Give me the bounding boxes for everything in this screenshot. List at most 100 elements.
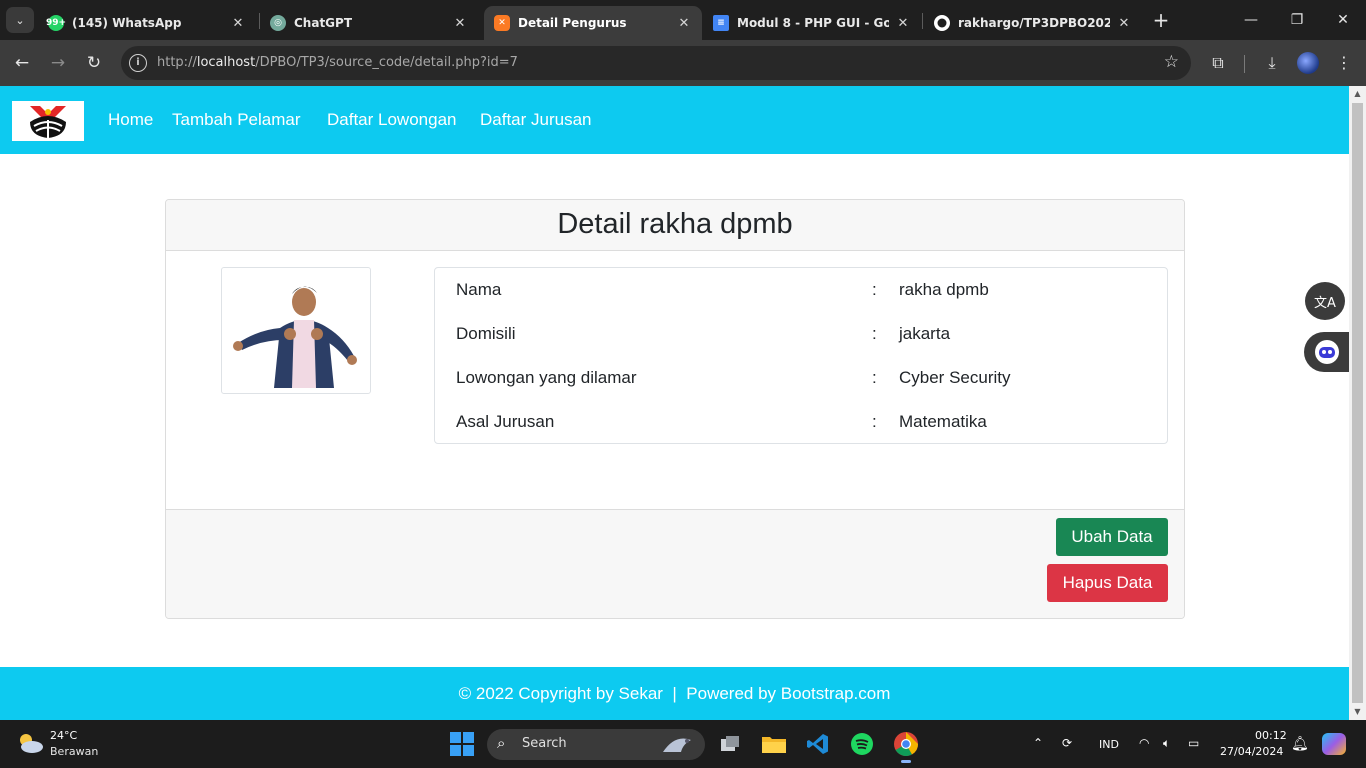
weather-description[interactable]: Berawan <box>50 745 98 758</box>
github-icon <box>934 15 950 31</box>
nav-link-daftar-lowongan[interactable]: Daftar Lowongan <box>327 110 456 130</box>
tab-chatgpt[interactable]: ◎ ChatGPT ✕ <box>260 6 478 40</box>
person-photo-icon <box>233 286 357 388</box>
tab-google-docs[interactable]: ≡ Modul 8 - PHP GUI - Googl ✕ <box>703 6 921 40</box>
plus-icon: + <box>1152 8 1170 32</box>
footer-copyright: © 2022 Copyright by Sekar | Powered by B… <box>458 684 891 703</box>
close-window-button[interactable]: ✕ <box>1328 8 1358 32</box>
detail-row-domisili: Domisili : jakarta <box>435 324 1167 348</box>
page-title: Detail rakha dpmb <box>557 208 793 240</box>
tab-title: (145) WhatsApp <box>72 16 182 30</box>
tab-detail-pengurus[interactable]: ✕ Detail Pengurus ✕ <box>484 6 702 40</box>
tab-whatsapp[interactable]: 99+ (145) WhatsApp ✕ <box>38 6 256 40</box>
site-info-icon[interactable]: i <box>129 54 147 72</box>
page-viewport: Home Tambah Pelamar Daftar Lowongan Daft… <box>0 86 1349 720</box>
arrow-right-icon: → <box>50 53 66 73</box>
delete-button[interactable]: Hapus Data <box>1047 564 1168 602</box>
search-highlight-bird-icon <box>663 738 691 752</box>
tab-github[interactable]: rakhargo/TP3DPBO2024C1 ✕ <box>924 6 1142 40</box>
task-view-icon[interactable] <box>716 730 744 758</box>
toolbar-divider <box>1244 55 1245 73</box>
menu-kebab-icon[interactable]: ⋮ <box>1332 51 1356 75</box>
chatgpt-icon: ◎ <box>270 15 286 31</box>
restore-button[interactable]: ❐ <box>1282 8 1312 32</box>
chrome-icon[interactable] <box>892 730 920 763</box>
tab-title: ChatGPT <box>294 16 353 30</box>
tab-close-icon[interactable]: ✕ <box>676 16 692 31</box>
extensions-icon[interactable]: ⧉ <box>1206 51 1230 75</box>
google-docs-icon: ≡ <box>713 15 729 31</box>
chevron-up-icon[interactable]: ⌃ <box>1033 736 1043 750</box>
detail-label: Asal Jurusan <box>456 412 555 431</box>
detail-card: Detail rakha dpmb Nama : rakha dpmb Domi… <box>165 199 1185 619</box>
url-scheme: http:// <box>157 55 197 70</box>
sync-icon[interactable]: ⟳ <box>1062 736 1072 750</box>
browser-tab-bar: ⌄ 99+ (145) WhatsApp ✕ ◎ ChatGPT ✕ ✕ Det… <box>0 0 1366 40</box>
applicant-photo <box>221 267 371 394</box>
edit-button[interactable]: Ubah Data <box>1056 518 1168 556</box>
scroll-thumb[interactable] <box>1352 103 1363 703</box>
page-scrollbar[interactable]: ▲ ▼ <box>1349 86 1366 720</box>
nav-link-home[interactable]: Home <box>108 110 153 130</box>
url-text[interactable]: http://localhost/DPBO/TP3/source_code/de… <box>157 55 518 70</box>
copilot-icon[interactable] <box>1322 733 1346 755</box>
detail-value: rakha dpmb <box>899 280 989 299</box>
weather-temperature[interactable]: 24°C <box>50 729 77 742</box>
tab-close-icon[interactable]: ✕ <box>452 16 468 31</box>
weather-cloudy-icon[interactable] <box>16 730 44 756</box>
back-button[interactable]: ← <box>10 51 34 75</box>
tab-close-icon[interactable]: ✕ <box>230 16 246 31</box>
windows-start-icon[interactable] <box>450 732 474 756</box>
minimize-button[interactable]: — <box>1236 8 1266 32</box>
url-path: /DPBO/TP3/source_code/detail.php?id=7 <box>255 55 518 70</box>
detail-value: jakarta <box>899 324 951 343</box>
download-icon[interactable]: ⤓ <box>1260 51 1284 75</box>
taskbar-search[interactable]: ⌕ Search <box>487 729 705 760</box>
card-footer: Ubah Data Hapus Data <box>166 509 1184 618</box>
clock-time[interactable]: 00:12 <box>1255 729 1287 742</box>
detail-separator: : <box>872 412 877 431</box>
spotify-icon[interactable] <box>848 730 876 758</box>
detail-label: Lowongan yang dilamar <box>456 368 637 387</box>
language-indicator[interactable]: IND <box>1099 738 1119 751</box>
xampp-icon: ✕ <box>494 15 510 31</box>
detail-row-jurusan: Asal Jurusan : Matematika <box>435 412 1167 436</box>
new-tab-button[interactable]: + <box>1150 8 1172 32</box>
nav-link-tambah-pelamar[interactable]: Tambah Pelamar <box>172 110 301 130</box>
arrow-left-icon: ← <box>14 53 30 73</box>
profile-avatar[interactable] <box>1297 52 1319 74</box>
notification-bell-icon[interactable]: 🔔︎ <box>1291 736 1309 752</box>
assistant-bot-button[interactable] <box>1304 332 1349 372</box>
scroll-up-icon[interactable]: ▲ <box>1349 86 1366 102</box>
tab-title: Modul 8 - PHP GUI - Googl <box>737 16 889 30</box>
address-bar[interactable]: i http://localhost/DPBO/TP3/source_code/… <box>121 46 1191 80</box>
site-navbar: Home Tambah Pelamar Daftar Lowongan Daft… <box>0 86 1349 154</box>
clock-date[interactable]: 27/04/2024 <box>1220 745 1283 758</box>
nav-link-daftar-jurusan[interactable]: Daftar Jurusan <box>480 110 592 130</box>
whatsapp-icon: 99+ <box>46 15 66 31</box>
reload-button[interactable]: ↻ <box>82 51 106 75</box>
translate-button[interactable]: 文A <box>1305 282 1345 320</box>
file-explorer-icon[interactable] <box>760 730 788 758</box>
battery-icon[interactable]: ▭ <box>1188 736 1199 750</box>
reload-icon: ↻ <box>86 53 102 73</box>
browser-toolbar: ← → ↻ i http://localhost/DPBO/TP3/source… <box>0 40 1366 86</box>
card-header: Detail rakha dpmb <box>166 200 1184 251</box>
tab-search-button[interactable]: ⌄ <box>6 7 34 33</box>
detail-value: Cyber Security <box>899 368 1011 387</box>
detail-table: Nama : rakha dpmb Domisili : jakarta Low… <box>434 267 1168 444</box>
bookmark-star-icon[interactable]: ☆ <box>1164 52 1179 72</box>
forward-button[interactable]: → <box>46 51 70 75</box>
vscode-icon[interactable] <box>804 730 832 758</box>
detail-label: Domisili <box>456 324 516 343</box>
tab-title: rakhargo/TP3DPBO2024C1 <box>958 16 1110 30</box>
detail-row-nama: Nama : rakha dpmb <box>435 280 1167 304</box>
detail-value: Matematika <box>899 412 987 431</box>
scroll-down-icon[interactable]: ▼ <box>1349 704 1366 720</box>
volume-icon[interactable]: 🔈︎ <box>1163 736 1170 751</box>
wifi-icon[interactable]: ◠ <box>1139 736 1149 750</box>
url-host: localhost <box>196 55 256 70</box>
tab-close-icon[interactable]: ✕ <box>1116 16 1132 31</box>
site-logo[interactable] <box>12 101 84 141</box>
tab-close-icon[interactable]: ✕ <box>895 16 911 31</box>
